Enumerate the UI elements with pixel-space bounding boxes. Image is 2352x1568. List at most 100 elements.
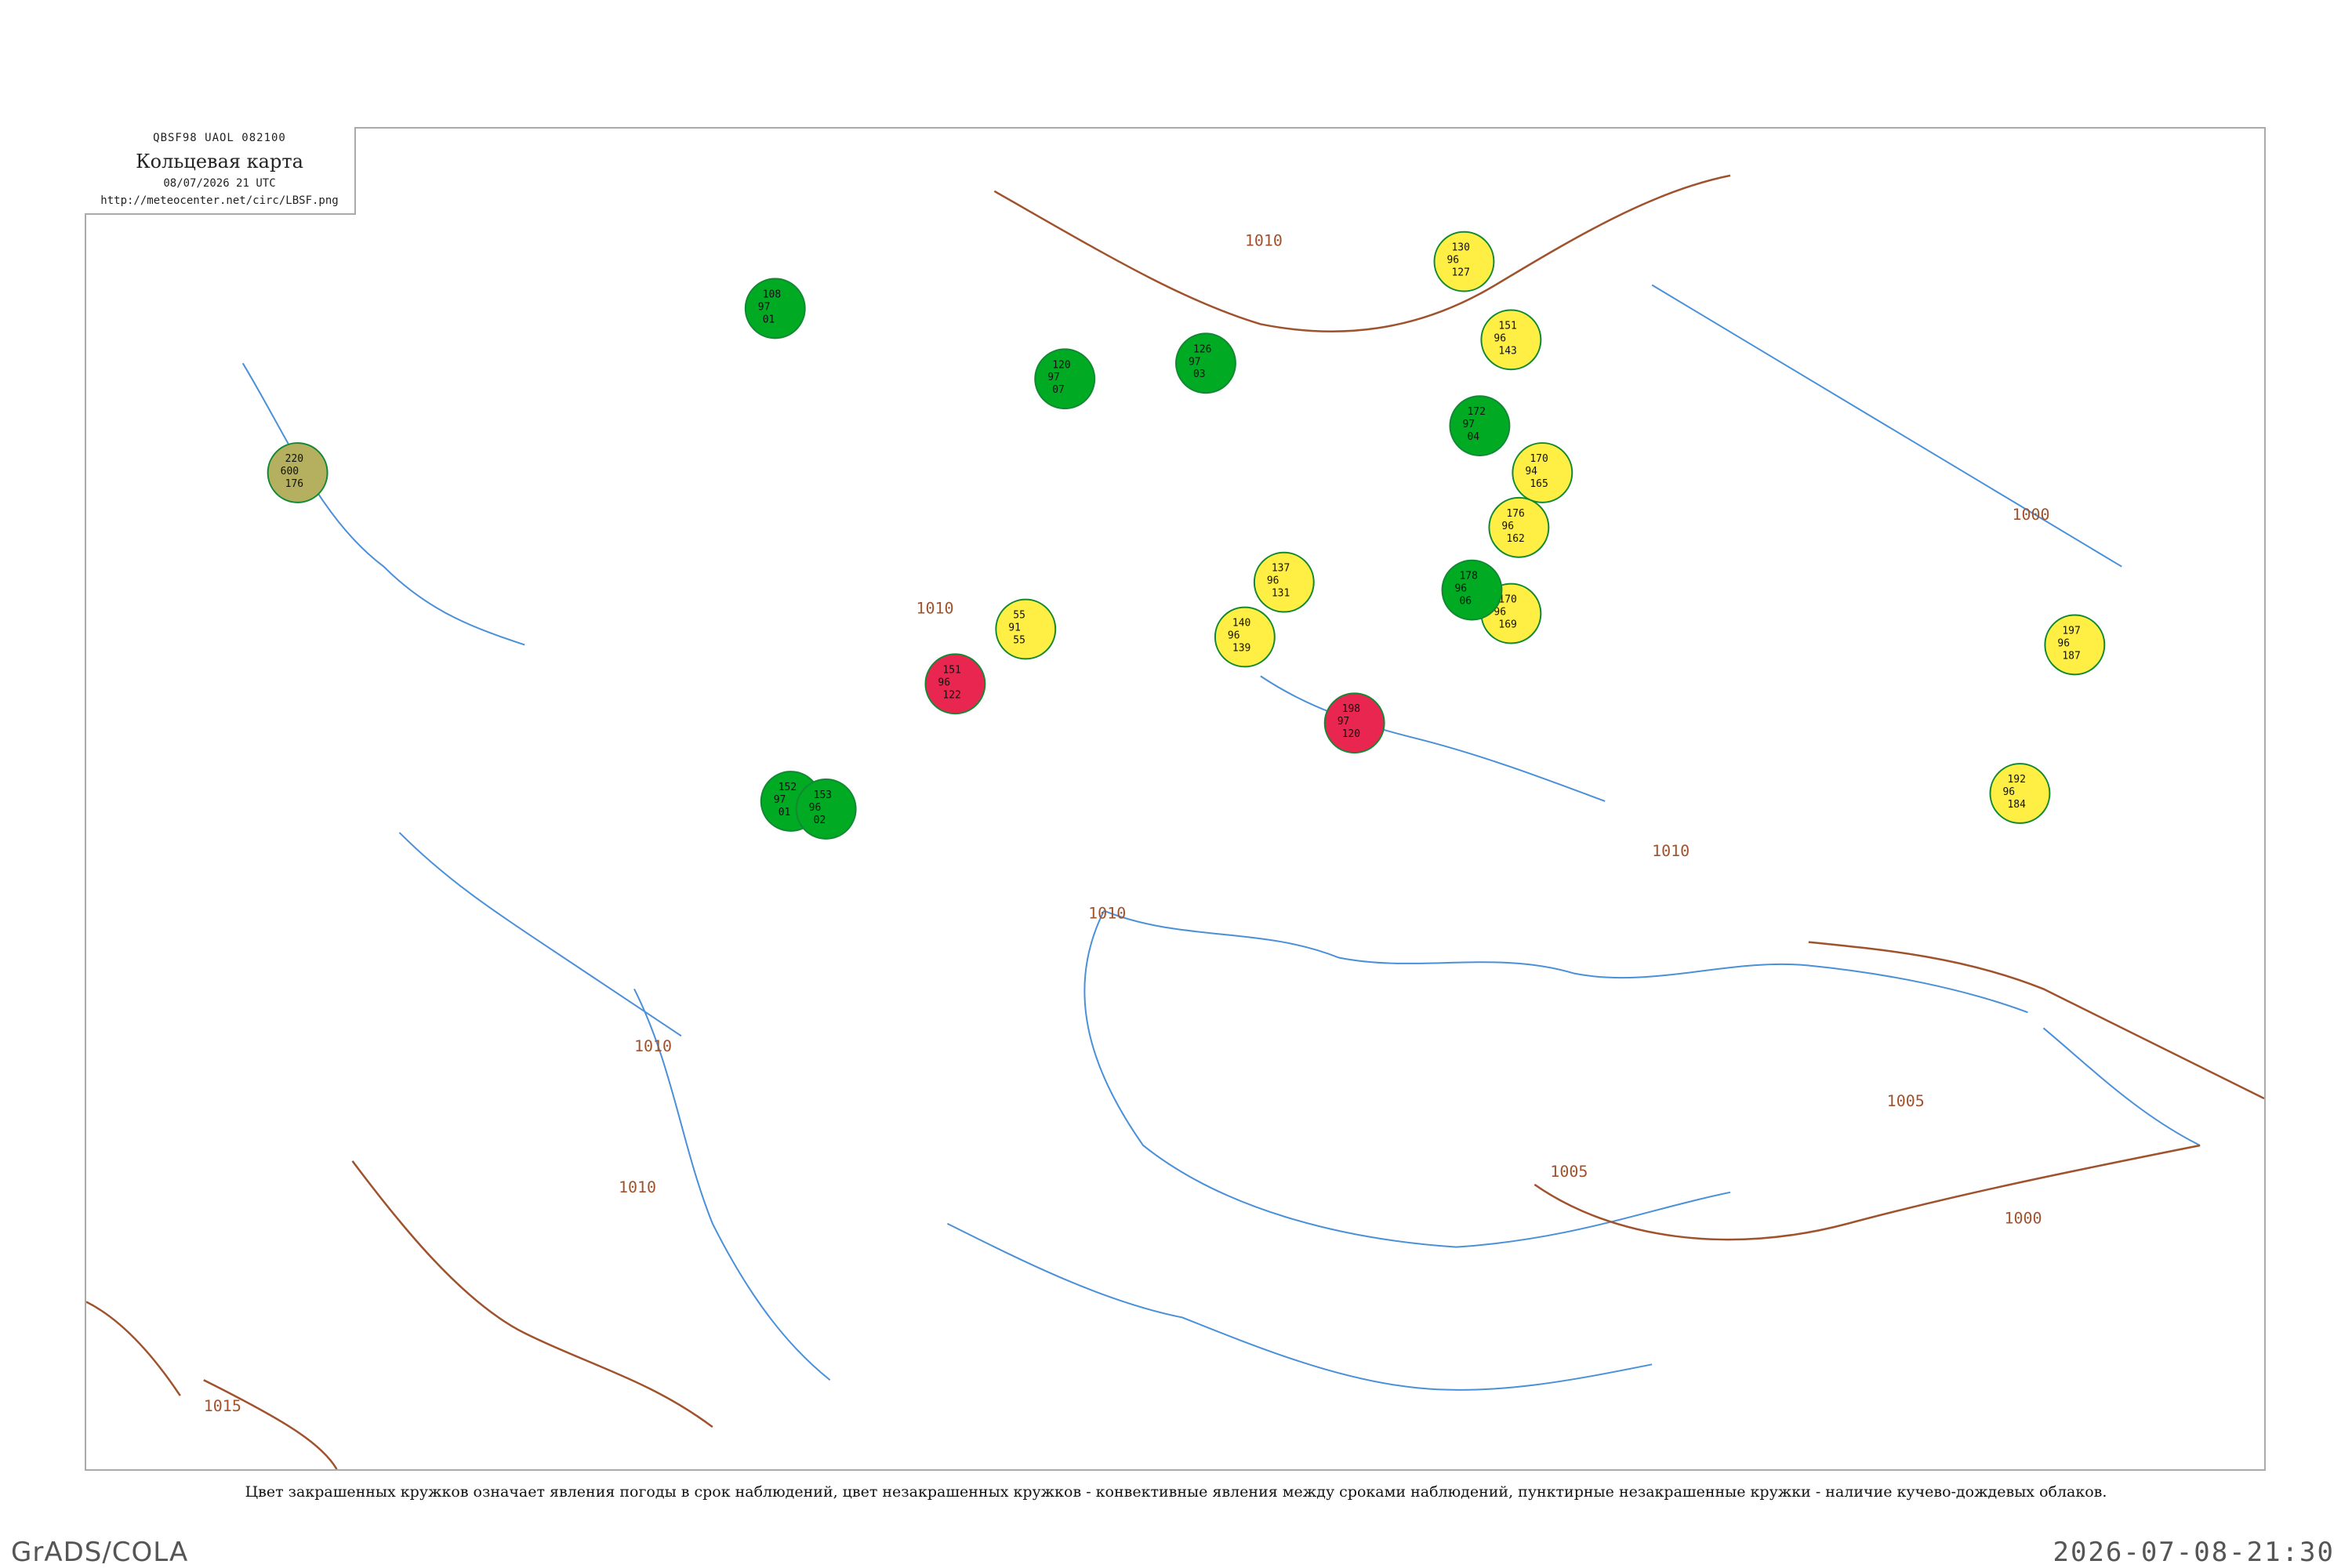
footer-software-label: GrADS/COLA [11,1537,189,1568]
station-value: 108 [763,289,781,301]
station-value: 197 [2062,625,2080,637]
isobar-label: 1005 [1550,1162,1588,1181]
station-value: 96 [1454,583,1467,595]
isobars [86,174,2264,1469]
isobar-1005-north [993,174,1731,332]
station-value: 96 [1494,332,1506,344]
station-value: 96 [938,677,950,688]
station-circle [1433,230,1495,292]
footer-timestamp: 2026-07-08-21:30 [2053,1537,2335,1568]
station-marker: 559155 [995,598,1057,660]
station-value: 01 [763,314,775,325]
station-value: 06 [1459,596,1472,608]
station-value: 55 [1013,610,1025,622]
isobar-edge [86,1301,181,1396]
stations-layer: 1089701120970712697031309612715196143170… [267,230,2106,840]
river-1 [241,362,525,646]
isobar-label: 1010 [619,1178,656,1196]
map-caption: Цвет закрашенных кружков означает явлени… [245,1483,2107,1501]
station-value: 122 [942,689,960,701]
station-value: 165 [1530,478,1548,490]
station-circle [924,653,986,715]
station-circle [1449,395,1511,457]
station-circle [795,779,857,840]
station-circle [1480,309,1542,371]
station-value: 96 [1501,521,1514,532]
station-marker: 220600176 [267,442,328,503]
station-value: 04 [1467,431,1479,443]
station-value: 220 [285,453,303,465]
station-marker: 19897120 [1323,692,1385,754]
river-4 [2042,1027,2201,1146]
station-value: 94 [1525,466,1537,477]
isobar-1005-east [1534,1144,2201,1241]
station-value: 130 [1451,242,1469,254]
coastline-north [1103,909,2028,1014]
station-circle [1512,442,1573,503]
station-value: 96 [2057,637,2070,649]
station-circle [1323,692,1385,754]
isobar-1010-west [351,1160,713,1428]
station-value: 96 [1447,255,1460,267]
station-value: 07 [1052,384,1065,396]
station-marker: 1789606 [1441,559,1503,621]
isobar-label: 1000 [2004,1209,2042,1228]
station-value: 151 [1498,320,1516,332]
station-value: 151 [942,664,960,676]
observation-time: 08/07/2026 21 UTC [163,177,276,190]
station-marker: 19796187 [2044,614,2106,676]
station-value: 91 [1008,622,1021,634]
station-value: 176 [285,478,303,490]
station-circle [1253,551,1315,613]
river-3 [1260,675,1606,802]
station-circle [1214,606,1276,668]
station-value: 600 [281,466,299,477]
station-value: 192 [2007,774,2025,786]
station-marker: 17094165 [1512,442,1573,503]
isobar-1015 [203,1379,338,1469]
station-circle [1488,496,1550,558]
weather-map: 1005 1010 1010 1010 1010 1010 1005 1005 … [85,127,2266,1471]
isobar-label: 1010 [916,599,953,618]
station-value: 97 [1189,356,1201,368]
station-value: 97 [758,301,771,313]
isobar-label: 1010 [634,1036,672,1055]
station-marker: 1089701 [744,278,806,339]
isobar-label: 1005 [1887,1091,1925,1110]
station-circle [2044,614,2106,676]
map-canvas: 1005 1010 1010 1010 1010 1010 1005 1005 … [86,174,2264,1469]
station-value: 97 [774,794,786,806]
station-value: 97 [1047,372,1060,383]
station-value: 169 [1498,619,1516,631]
coastline-sea [1083,910,1731,1248]
station-value: 03 [1193,368,1206,380]
station-marker: 1269703 [1175,332,1236,394]
station-circle [1175,332,1236,394]
isobar-1010-east [1808,941,2264,1100]
station-value: 127 [1451,267,1469,279]
station-value: 02 [814,815,826,826]
station-value: 96 [2002,786,2015,798]
station-value: 126 [1193,343,1211,355]
station-marker: 15196122 [924,653,986,715]
station-value: 162 [1506,533,1524,545]
station-marker: 14096139 [1214,606,1276,668]
page-title: Кольцевая карта [136,151,303,172]
station-value: 139 [1232,642,1250,654]
station-value: 176 [1506,508,1524,520]
station-value: 131 [1272,588,1290,600]
station-circle [744,278,806,339]
station-value: 97 [1338,716,1350,728]
station-marker: 1729704 [1449,395,1511,457]
coastline-south [946,1222,1653,1391]
station-marker: 17696162 [1488,496,1550,558]
station-marker: 1539602 [795,779,857,840]
station-value: 184 [2007,799,2026,811]
map-header: QBSF98 UAOL 082100 Кольцевая карта 08/07… [85,127,356,215]
source-url: http://meteocenter.net/circ/LBSF.png [100,194,339,207]
station-value: 143 [1498,345,1516,357]
station-value: 198 [1342,703,1360,715]
station-value: 96 [1228,630,1240,641]
station-value: 01 [779,807,791,818]
station-circle [995,598,1057,660]
